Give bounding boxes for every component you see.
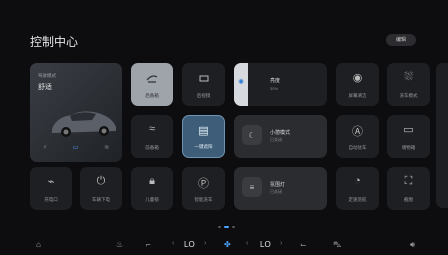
- sun-icon: ✺: [238, 79, 244, 86]
- lock-icon: 🔒︎: [149, 175, 155, 187]
- page-dot: [218, 226, 221, 228]
- right-temp-down-icon[interactable]: ‹: [246, 240, 248, 247]
- one-key-shade-tile[interactable]: ▤ 一键遮阳: [182, 115, 225, 158]
- left-temp-up-icon[interactable]: ›: [204, 240, 206, 247]
- left-temp-down-icon[interactable]: ‹: [172, 240, 174, 247]
- charge-port-label: 充电口: [44, 197, 58, 202]
- cruise-label: 定速巡航: [348, 197, 367, 202]
- cruise-tile[interactable]: ◔ 定速巡航: [336, 167, 379, 210]
- child-lock-label: 儿童锁: [145, 197, 159, 202]
- cruise-icon: ◔: [354, 175, 361, 187]
- nap-mode-card[interactable]: ☾ 小憩模式 已关闭: [234, 115, 327, 158]
- nap-mode-sub: 已关闭: [270, 137, 282, 142]
- car-wash-mode-tile[interactable]: ⛆ 洗车模式: [387, 63, 430, 106]
- edit-button[interactable]: 编辑: [386, 34, 416, 46]
- seat-right-icon[interactable]: ⌙: [300, 240, 307, 249]
- nap-icon: ☾: [242, 125, 262, 145]
- home-icon[interactable]: ⌂: [36, 240, 41, 249]
- nap-mode-label: 小憩模式: [270, 130, 291, 136]
- rear-trunk-tile[interactable]: 后备箱: [131, 63, 173, 106]
- auto-hold-icon: Ⓐ: [352, 126, 363, 138]
- car-image: [52, 111, 116, 137]
- drive-mode-value: 舒适: [38, 84, 52, 91]
- left-temp-value: LO: [184, 240, 195, 249]
- shade-icon: ▤: [198, 125, 209, 137]
- screenshot-icon: ⛶: [404, 175, 413, 187]
- seat-left-icon[interactable]: ⌐: [146, 240, 151, 249]
- ambient-light-label: 氛围灯: [270, 182, 286, 188]
- right-temp-value: LO: [260, 240, 271, 249]
- fan-icon[interactable]: ✤: [224, 240, 231, 249]
- front-trunk-tile[interactable]: ≈ 前备箱: [131, 115, 173, 158]
- car-wash-label: 智能洗车: [194, 197, 213, 202]
- drive-mode-label: 驾驶模式: [38, 73, 56, 78]
- next-page-peek[interactable]: [436, 63, 448, 208]
- car-wash-icon: ⛆: [404, 71, 413, 83]
- screenshot-label: 截图: [404, 197, 413, 202]
- drive-eco-icon[interactable]: ⚡: [43, 144, 47, 151]
- child-lock-tile[interactable]: 🔒︎ 儿童锁: [131, 167, 173, 210]
- charge-port-tile[interactable]: ⌁ 充电口: [30, 167, 72, 210]
- storage-tile[interactable]: ▭ 储物箱: [387, 115, 430, 158]
- mirror-tile[interactable]: 后视镜: [182, 63, 225, 106]
- rear-trunk-label: 后备箱: [145, 93, 159, 98]
- right-temp-up-icon[interactable]: ›: [280, 240, 282, 247]
- car-wash-tile[interactable]: Ⓟ 智能洗车: [182, 167, 225, 210]
- front-trunk-icon: ≈: [148, 123, 156, 135]
- one-key-shade-label: 一键遮阳: [194, 144, 213, 149]
- auto-hold-label: 自动驻车: [348, 145, 367, 150]
- screen-clean-icon: ◉: [352, 72, 363, 84]
- car-wash-mode-label: 洗车模式: [399, 93, 418, 98]
- wash-icon: Ⓟ: [198, 178, 209, 190]
- mirror-icon: [182, 71, 225, 88]
- auto-hold-tile[interactable]: Ⓐ 自动驻车: [336, 115, 379, 158]
- page-dot-active: [224, 226, 229, 228]
- storage-icon: ▭: [403, 124, 414, 136]
- screen-clean-tile[interactable]: ◉ 屏幕清洁: [336, 63, 379, 106]
- page-indicator: [218, 226, 235, 228]
- ambient-light-card[interactable]: ≡ 氛围灯 已关闭: [234, 167, 327, 210]
- charge-port-icon: ⌁: [47, 176, 55, 188]
- screenshot-tile[interactable]: ⛶ 截图: [387, 167, 430, 210]
- mirror-label: 后视镜: [196, 93, 211, 98]
- volume-icon[interactable]: 🔊︎: [410, 240, 415, 250]
- bottom-dock: ⌂ ♨ ⌐ ‹ LO › ✤ ‹ LO › ⌙ ⛍ 🔊︎: [0, 235, 448, 255]
- screen-clean-label: 屏幕清洁: [348, 93, 367, 98]
- page-title: 控制中心: [30, 35, 79, 49]
- page-dot: [232, 226, 235, 228]
- brightness-value: 30%: [270, 86, 279, 91]
- power-off-tile[interactable]: ⏻ 车辆下电: [80, 167, 122, 210]
- car-icon[interactable]: ⛍: [333, 240, 341, 250]
- storage-label: 储物箱: [401, 145, 416, 150]
- ambient-light-icon: ≡: [242, 177, 262, 197]
- ambient-light-sub: 已关闭: [270, 189, 282, 194]
- drive-sport-icon[interactable]: ≋: [104, 144, 109, 151]
- brightness-slider[interactable]: ✺ 亮度 30%: [234, 63, 327, 106]
- front-trunk-label: 前备箱: [145, 145, 159, 150]
- brightness-label: 亮度: [270, 78, 281, 84]
- trunk-icon: [131, 71, 173, 88]
- power-off-label: 车辆下电: [92, 197, 110, 202]
- drive-normal-icon[interactable]: ▭: [73, 144, 79, 151]
- defrost-icon[interactable]: ♨: [116, 240, 123, 249]
- power-icon: ⏻: [96, 175, 106, 187]
- drive-mode-card[interactable]: 驾驶模式 舒适 ⚡ ▭ ≋: [30, 63, 122, 162]
